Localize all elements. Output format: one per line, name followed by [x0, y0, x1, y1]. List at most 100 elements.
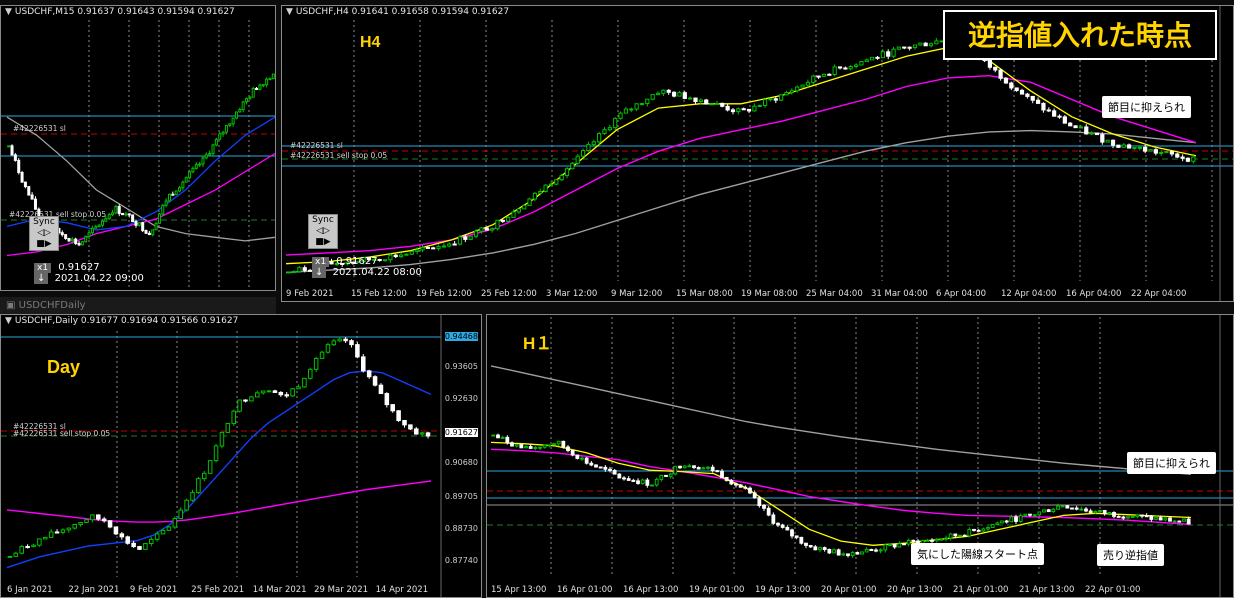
- candle: [402, 419, 407, 426]
- candle: [204, 154, 208, 159]
- candle: [704, 99, 709, 105]
- candle: [566, 446, 570, 451]
- candle: [77, 242, 81, 246]
- candle: [184, 499, 189, 511]
- sync-control[interactable]: Sync ◁▷ ■▶: [308, 214, 338, 249]
- candle: [390, 404, 395, 412]
- candle: [1051, 508, 1056, 513]
- candle: [78, 521, 83, 525]
- candle: [1025, 93, 1030, 97]
- candle: [888, 544, 892, 547]
- candle: [575, 155, 580, 164]
- candle: [589, 462, 594, 466]
- candle: [738, 484, 743, 488]
- candle: [202, 472, 207, 480]
- play-stop-icon[interactable]: ■▶: [309, 237, 337, 248]
- candle: [1126, 144, 1132, 149]
- candle: [902, 543, 906, 546]
- window-tab[interactable]: ▣ USDCHFDaily: [0, 297, 276, 315]
- x-tick-label: 9 Mar 12:00: [611, 289, 663, 299]
- candle: [266, 390, 272, 393]
- candle: [166, 526, 172, 531]
- candle: [897, 543, 902, 548]
- y-tick-label: 0.87740: [444, 556, 478, 565]
- down-arrow-icon[interactable]: ↓: [312, 267, 327, 278]
- candle: [436, 246, 441, 249]
- candle: [127, 213, 131, 216]
- candle: [7, 145, 11, 148]
- candle: [372, 376, 378, 386]
- panel-m15[interactable]: ▼ USDCHF,M15 0.91637 0.91643 0.91594 0.91…: [0, 5, 276, 291]
- candle: [850, 552, 855, 557]
- candle: [90, 514, 95, 521]
- candle: [131, 542, 136, 548]
- candle: [1105, 139, 1110, 143]
- candle: [208, 152, 212, 156]
- candle: [113, 526, 119, 535]
- panel-day[interactable]: ▼ USDCHF,Daily 0.91677 0.91694 0.91566 0.…: [0, 314, 482, 598]
- candle: [278, 391, 284, 396]
- candle: [484, 227, 489, 231]
- candle: [556, 440, 561, 445]
- nav-arrows-icon[interactable]: ◁▷: [309, 226, 337, 237]
- candle: [634, 103, 639, 110]
- x1-button[interactable]: x1: [34, 263, 52, 273]
- x-tick-label: 14 Mar 2021: [252, 585, 307, 595]
- sync-control[interactable]: Sync ◁▷ ■▶: [29, 216, 59, 251]
- candle: [524, 446, 528, 449]
- collapse-triangle-icon[interactable]: ▼: [5, 7, 12, 17]
- candle: [1019, 89, 1025, 95]
- candle: [799, 536, 804, 544]
- candle: [655, 92, 661, 96]
- candle: [84, 519, 89, 523]
- candle: [1084, 508, 1088, 512]
- info-price: 0.91627: [336, 256, 378, 267]
- candle: [846, 553, 850, 557]
- candle: [519, 444, 524, 449]
- candle: [258, 84, 262, 90]
- candle: [1116, 144, 1121, 148]
- candle: [800, 84, 805, 88]
- candle: [1153, 149, 1158, 154]
- candle: [141, 222, 145, 232]
- candle: [891, 48, 896, 57]
- candle: [608, 468, 612, 471]
- candle: [1094, 132, 1100, 136]
- candle: [441, 245, 447, 248]
- candle: [384, 393, 390, 406]
- candle: [243, 399, 248, 402]
- candle: [843, 67, 848, 70]
- collapse-triangle-icon[interactable]: ▼: [5, 316, 12, 326]
- candle: [214, 138, 218, 146]
- candle: [776, 522, 780, 526]
- panel-h1[interactable]: H１ 節目に抑えられ 気にした陽線スタート点 売り逆指値 15 Apr 13:0…: [486, 314, 1234, 598]
- candle: [194, 163, 198, 169]
- candle: [570, 449, 575, 456]
- candle: [196, 478, 201, 494]
- candle: [463, 236, 468, 240]
- order-sl-label: #42226531 sl: [13, 124, 66, 133]
- candle: [594, 464, 598, 468]
- candle: [645, 98, 650, 105]
- candle: [184, 177, 188, 183]
- down-arrow-icon[interactable]: ↓: [34, 273, 49, 284]
- candle: [554, 179, 559, 185]
- candle: [1065, 505, 1070, 509]
- candle: [720, 470, 724, 478]
- x-tick-label: 21 Apr 13:00: [1019, 585, 1075, 595]
- candle: [219, 431, 225, 447]
- candle: [864, 549, 869, 553]
- candle: [860, 551, 864, 555]
- x-tick-label: 19 Feb 12:00: [416, 289, 472, 299]
- candle: [1060, 505, 1065, 508]
- candle: [495, 219, 500, 230]
- x1-button[interactable]: x1: [312, 257, 330, 267]
- nav-arrows-icon[interactable]: ◁▷: [30, 228, 58, 239]
- candle: [228, 123, 232, 127]
- candle: [795, 86, 800, 92]
- play-stop-icon[interactable]: ■▶: [30, 239, 58, 250]
- candle: [757, 497, 762, 507]
- y-tick-label: 0.90680: [444, 458, 478, 467]
- candle: [25, 546, 30, 549]
- collapse-triangle-icon[interactable]: ▼: [286, 7, 293, 17]
